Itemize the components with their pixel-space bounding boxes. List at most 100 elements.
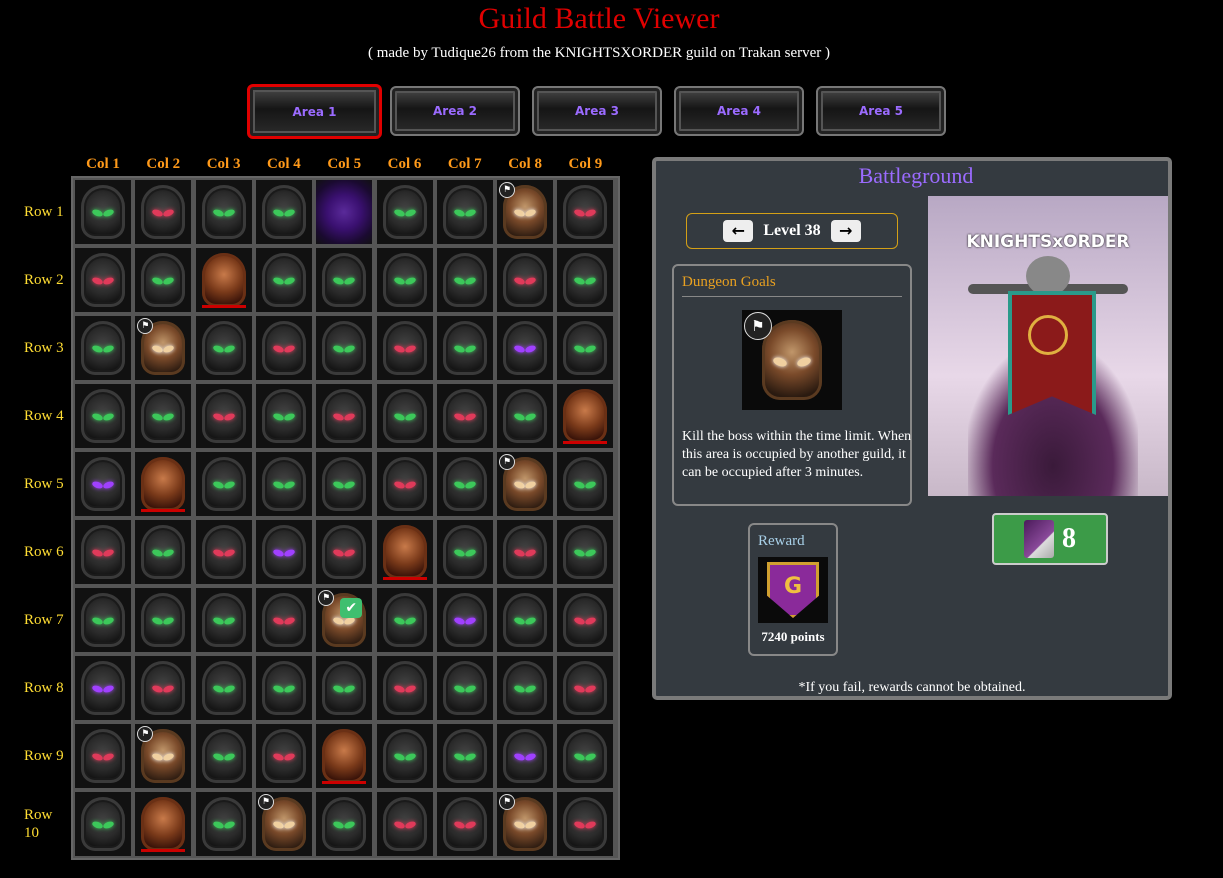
grid-cell[interactable]	[316, 452, 373, 516]
grid-cell[interactable]	[316, 384, 373, 448]
grid-cell[interactable]	[436, 656, 493, 720]
tab-area-3[interactable]: Area 3	[532, 86, 662, 136]
grid-cell[interactable]	[75, 316, 131, 380]
grid-cell[interactable]	[316, 316, 373, 380]
grid-cell[interactable]	[195, 452, 252, 516]
grid-cell[interactable]	[195, 384, 252, 448]
grid-cell[interactable]	[255, 656, 312, 720]
grid-cell[interactable]	[557, 520, 614, 584]
grid-cell[interactable]	[497, 248, 554, 312]
right-arrow-icon[interactable]: →	[830, 220, 861, 242]
grid-cell[interactable]	[436, 384, 493, 448]
grid-cell[interactable]	[75, 724, 131, 788]
grid-cell[interactable]	[255, 520, 312, 584]
grid-cell[interactable]	[436, 316, 493, 380]
grid-cell[interactable]	[195, 792, 252, 856]
grid-cell[interactable]	[436, 792, 493, 856]
grid-cell[interactable]	[376, 656, 433, 720]
grid-cell[interactable]	[436, 520, 493, 584]
grid-cell[interactable]	[376, 520, 433, 584]
grid-cell[interactable]	[497, 588, 554, 652]
grid-cell[interactable]	[316, 656, 373, 720]
grid-cell[interactable]	[75, 384, 131, 448]
grid-cell[interactable]	[135, 588, 192, 652]
grid-cell[interactable]	[195, 656, 252, 720]
grid-cell[interactable]	[75, 248, 131, 312]
grid-cell[interactable]	[436, 452, 493, 516]
grid-cell[interactable]	[195, 248, 252, 312]
grid-cell[interactable]	[75, 792, 131, 856]
grid-cell[interactable]: ⚑	[135, 724, 192, 788]
grid-cell[interactable]	[557, 180, 614, 244]
grid-cell[interactable]	[557, 792, 614, 856]
grid-cell[interactable]: ⚑ ✔	[316, 588, 373, 652]
grid-cell[interactable]	[75, 452, 131, 516]
column-header: Col 7	[447, 156, 482, 172]
grid-cell[interactable]	[436, 724, 493, 788]
monster-icon	[322, 661, 367, 715]
grid-cell[interactable]	[195, 180, 252, 244]
grid-cell[interactable]	[135, 452, 192, 516]
grid-cell[interactable]	[497, 384, 554, 448]
grid-cell[interactable]	[255, 248, 312, 312]
grid-cell[interactable]	[135, 248, 192, 312]
grid-cell[interactable]	[497, 724, 554, 788]
grid-cell[interactable]	[376, 452, 433, 516]
grid-cell[interactable]	[75, 180, 131, 244]
grid-cell[interactable]	[557, 452, 614, 516]
grid-cell[interactable]	[436, 248, 493, 312]
grid-cell[interactable]: ⚑	[497, 180, 554, 244]
grid-cell[interactable]	[376, 248, 433, 312]
grid-cell[interactable]	[316, 520, 373, 584]
grid-cell[interactable]	[195, 316, 252, 380]
grid-cell[interactable]	[376, 384, 433, 448]
grid-cell[interactable]	[255, 316, 312, 380]
grid-cell[interactable]	[316, 792, 373, 856]
grid-cell[interactable]	[497, 520, 554, 584]
grid-cell[interactable]	[376, 316, 433, 380]
grid-cell[interactable]	[75, 588, 131, 652]
grid-cell[interactable]	[376, 180, 433, 244]
grid-cell[interactable]	[195, 520, 252, 584]
grid-cell[interactable]	[376, 792, 433, 856]
grid-cell[interactable]	[75, 656, 131, 720]
grid-cell[interactable]	[135, 520, 192, 584]
grid-cell[interactable]	[557, 724, 614, 788]
grid-cell[interactable]	[316, 724, 373, 788]
grid-cell[interactable]	[75, 520, 131, 584]
grid-cell[interactable]	[255, 384, 312, 448]
grid-cell[interactable]	[255, 452, 312, 516]
tab-area-2[interactable]: Area 2	[390, 86, 520, 136]
grid-cell[interactable]	[436, 588, 493, 652]
tab-area-1[interactable]: Area 1	[247, 84, 382, 139]
grid-cell[interactable]	[135, 384, 192, 448]
grid-cell[interactable]	[255, 724, 312, 788]
grid-cell[interactable]	[255, 588, 312, 652]
grid-cell[interactable]	[255, 180, 312, 244]
grid-cell[interactable]	[557, 248, 614, 312]
flag-icon: ⚑	[499, 454, 516, 470]
grid-cell[interactable]	[195, 588, 252, 652]
grid-cell[interactable]	[497, 316, 554, 380]
grid-cell[interactable]: ⚑	[255, 792, 312, 856]
grid-cell[interactable]	[376, 588, 433, 652]
grid-cell[interactable]	[135, 792, 192, 856]
grid-cell[interactable]: ⚑	[497, 792, 554, 856]
grid-cell[interactable]	[195, 724, 252, 788]
grid-cell[interactable]	[376, 724, 433, 788]
grid-cell[interactable]	[135, 180, 192, 244]
grid-cell[interactable]	[497, 656, 554, 720]
portal-cell[interactable]	[316, 180, 373, 244]
tab-area-4[interactable]: Area 4	[674, 86, 804, 136]
grid-cell[interactable]: ⚑	[135, 316, 192, 380]
grid-cell[interactable]	[436, 180, 493, 244]
left-arrow-icon[interactable]: ←	[723, 220, 754, 242]
grid-cell[interactable]	[557, 656, 614, 720]
grid-cell[interactable]	[557, 588, 614, 652]
grid-cell[interactable]	[557, 316, 614, 380]
grid-cell[interactable]	[316, 248, 373, 312]
grid-cell[interactable]: ⚑	[497, 452, 554, 516]
grid-cell[interactable]	[135, 656, 192, 720]
grid-cell[interactable]	[557, 384, 614, 448]
tab-area-5[interactable]: Area 5	[816, 86, 946, 136]
